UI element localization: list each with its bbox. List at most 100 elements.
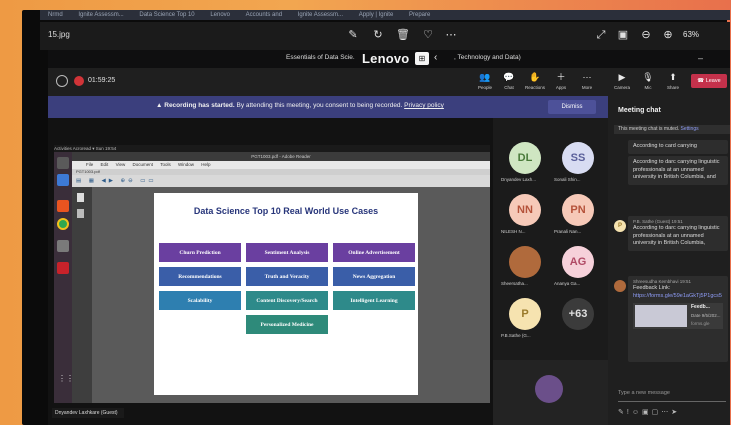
nav-icon[interactable]: ◀▶ — [101, 178, 115, 184]
menu-item[interactable]: View — [116, 162, 126, 167]
more-icon: ⋯ — [582, 72, 592, 82]
avatar: NN — [509, 194, 541, 226]
browser-tab[interactable]: Nrmd — [48, 10, 63, 20]
expand-icon[interactable]: ⤢ — [593, 27, 609, 43]
menu-item[interactable]: Tools — [160, 162, 171, 167]
zoom-icon[interactable]: ⊕⊖ — [120, 178, 135, 184]
avatar-photo — [509, 246, 541, 278]
avatar: SS — [562, 142, 594, 174]
leave-button[interactable]: ☎ Leave — [691, 74, 727, 88]
participant-tile[interactable]: Sheersatha... — [497, 242, 551, 294]
sticker-icon[interactable]: ▢ — [652, 409, 662, 416]
chat-button[interactable]: 💬 Chat — [497, 72, 521, 94]
text-editor-icon — [57, 240, 69, 252]
format-icon[interactable]: ✎ — [618, 409, 627, 416]
menu-item[interactable]: Edit — [101, 162, 109, 167]
browser-tab[interactable]: Prepare — [409, 10, 430, 20]
participant-name: Ananya Ga... — [554, 281, 581, 286]
use-case-box: Personalized Medicine — [246, 315, 328, 334]
more-icon[interactable]: ⋯ — [443, 27, 459, 43]
presenter-name-tag: Dnyandev Laxhkare (Guest) — [52, 408, 124, 418]
send-icon[interactable]: ➤ — [671, 409, 680, 416]
browser-tab[interactable]: Lenovo — [210, 10, 230, 20]
gif-icon[interactable]: ▣ — [642, 409, 652, 416]
participant-tile[interactable]: NN NILESH N... — [497, 190, 551, 242]
browser-tab[interactable]: Ignite Assessm... — [78, 10, 123, 20]
delete-icon[interactable]: 🗑 — [395, 27, 411, 43]
compose-toolbar: ✎!☺▣▢⋯➤ — [618, 408, 680, 416]
more-participants-tile[interactable]: +63 — [550, 294, 604, 346]
avatar-photo — [614, 280, 626, 292]
slideshow-icon[interactable]: ▣ — [615, 27, 631, 43]
browser-tab[interactable]: Apply | Ignite — [359, 10, 394, 20]
zoom-level: 63% — [683, 30, 700, 39]
more-participants-count: +63 — [562, 298, 594, 330]
reactions-button[interactable]: ✋ Reactions — [523, 72, 547, 94]
photo-viewer-toolbar: 15.jpg ✎ ↻ 🗑 ♡ ⋯ ⤢ ▣ ⊖ ⊕ 63% — [40, 22, 730, 50]
participant-tile[interactable]: AG Ananya Ga... — [550, 242, 604, 294]
page-thumbnail-icon[interactable] — [77, 193, 84, 202]
participant-tile[interactable]: P P.B.Sathe (G... — [497, 294, 551, 346]
emoji-icon[interactable]: ☺ — [632, 409, 642, 416]
recording-notice: ▲ Recording has started. By attending th… — [156, 102, 444, 109]
menu-item[interactable]: File — [86, 162, 93, 167]
participant-tile[interactable]: SS Sonali Shin... — [550, 138, 604, 190]
avatar: P — [614, 220, 626, 232]
apps-icon: ＋ — [556, 72, 566, 82]
mic-button[interactable]: 🎙 Mic — [636, 72, 660, 94]
browser-tab-strip: Nrmd Ignite Assessm... Data Science Top … — [40, 10, 730, 20]
use-case-box: Truth and Veracity — [246, 267, 328, 286]
participant-name: Sheersatha... — [501, 281, 528, 286]
share-button[interactable]: ⬆ Share — [661, 72, 685, 94]
use-case-box: Content Discovery/Search — [246, 291, 328, 310]
save-icon[interactable]: ▦ — [89, 178, 97, 184]
reactions-icon: ✋ — [529, 72, 541, 82]
print-icon[interactable]: ▤ — [76, 178, 84, 184]
apps-button[interactable]: ＋ Apps — [549, 72, 573, 94]
link-preview-card[interactable]: Feedb... Date 9/5/202... forms.gle — [633, 303, 723, 329]
use-case-box: Sentiment Analysis — [246, 243, 328, 262]
meeting-chat-panel: Meeting chat This meeting chat is muted.… — [608, 96, 730, 425]
shield-icon — [56, 75, 68, 87]
ubuntu-launcher: ⋮⋮ — [54, 152, 74, 403]
chrome-icon — [57, 218, 69, 230]
dismiss-button[interactable]: Dismiss — [548, 100, 596, 114]
lenovo-logo: Lenovo — [362, 51, 410, 66]
minimize-icon[interactable]: – — [698, 53, 703, 63]
menu-item[interactable]: Document — [133, 162, 154, 167]
rotate-icon[interactable]: ↻ — [370, 27, 386, 43]
more-button[interactable]: ⋯ More — [575, 72, 599, 94]
viewer-file-name: 15.jpg — [48, 30, 70, 39]
chat-compose-input[interactable]: Type a new message — [618, 390, 726, 402]
privacy-policy-link[interactable]: Privacy policy — [404, 102, 444, 109]
browser-tab[interactable]: Ignite Assessm... — [298, 10, 343, 20]
browser-tab[interactable]: Data Science Top 10 — [139, 10, 194, 20]
use-case-box: Recommendations — [159, 267, 241, 286]
zoom-in-icon[interactable]: ⊕ — [660, 27, 676, 43]
meeting-timer: 01:59:25 — [88, 77, 116, 84]
zoom-out-icon[interactable]: ⊖ — [638, 27, 654, 43]
settings-link[interactable]: Settings — [681, 126, 699, 132]
participant-name: Pranali Nan... — [554, 229, 582, 234]
participant-tile[interactable]: PN Pranali Nan... — [550, 190, 604, 242]
people-button[interactable]: 👥 People — [473, 72, 497, 94]
feedback-link[interactable]: https://forms.gle/59e1aGkTj5P1gcs5 — [633, 293, 722, 299]
meeting-header: 01:59:25 👥 People 💬 Chat ✋ Reactions ＋ A… — [48, 68, 608, 96]
menu-item[interactable]: Help — [201, 162, 210, 167]
edit-icon[interactable]: ✎ — [345, 27, 361, 43]
favorite-icon[interactable]: ♡ — [420, 27, 436, 43]
participant-tile[interactable]: DL Dnyandev Laxh... — [497, 138, 551, 190]
camera-icon: ▶ — [618, 72, 626, 82]
more-options-icon[interactable]: ⋯ — [661, 409, 671, 416]
app-grid-icon[interactable]: ⋮⋮ — [58, 374, 74, 384]
meeting-title-end: , Technology and Data) — [454, 54, 521, 61]
recording-banner: ▲ Recording has started. By attending th… — [48, 96, 608, 118]
use-case-box: Intelligent Learning — [333, 291, 415, 310]
camera-button[interactable]: ▶ Camera — [610, 72, 634, 94]
arrow-left-icon: ‹ — [434, 52, 438, 63]
fit-icon[interactable]: ▭▭ — [140, 178, 156, 184]
browser-tab[interactable]: Accounts and — [246, 10, 282, 20]
attachment-icon[interactable] — [77, 209, 84, 218]
menu-item[interactable]: Window — [178, 162, 194, 167]
use-case-box: Churn Prediction — [159, 243, 241, 262]
